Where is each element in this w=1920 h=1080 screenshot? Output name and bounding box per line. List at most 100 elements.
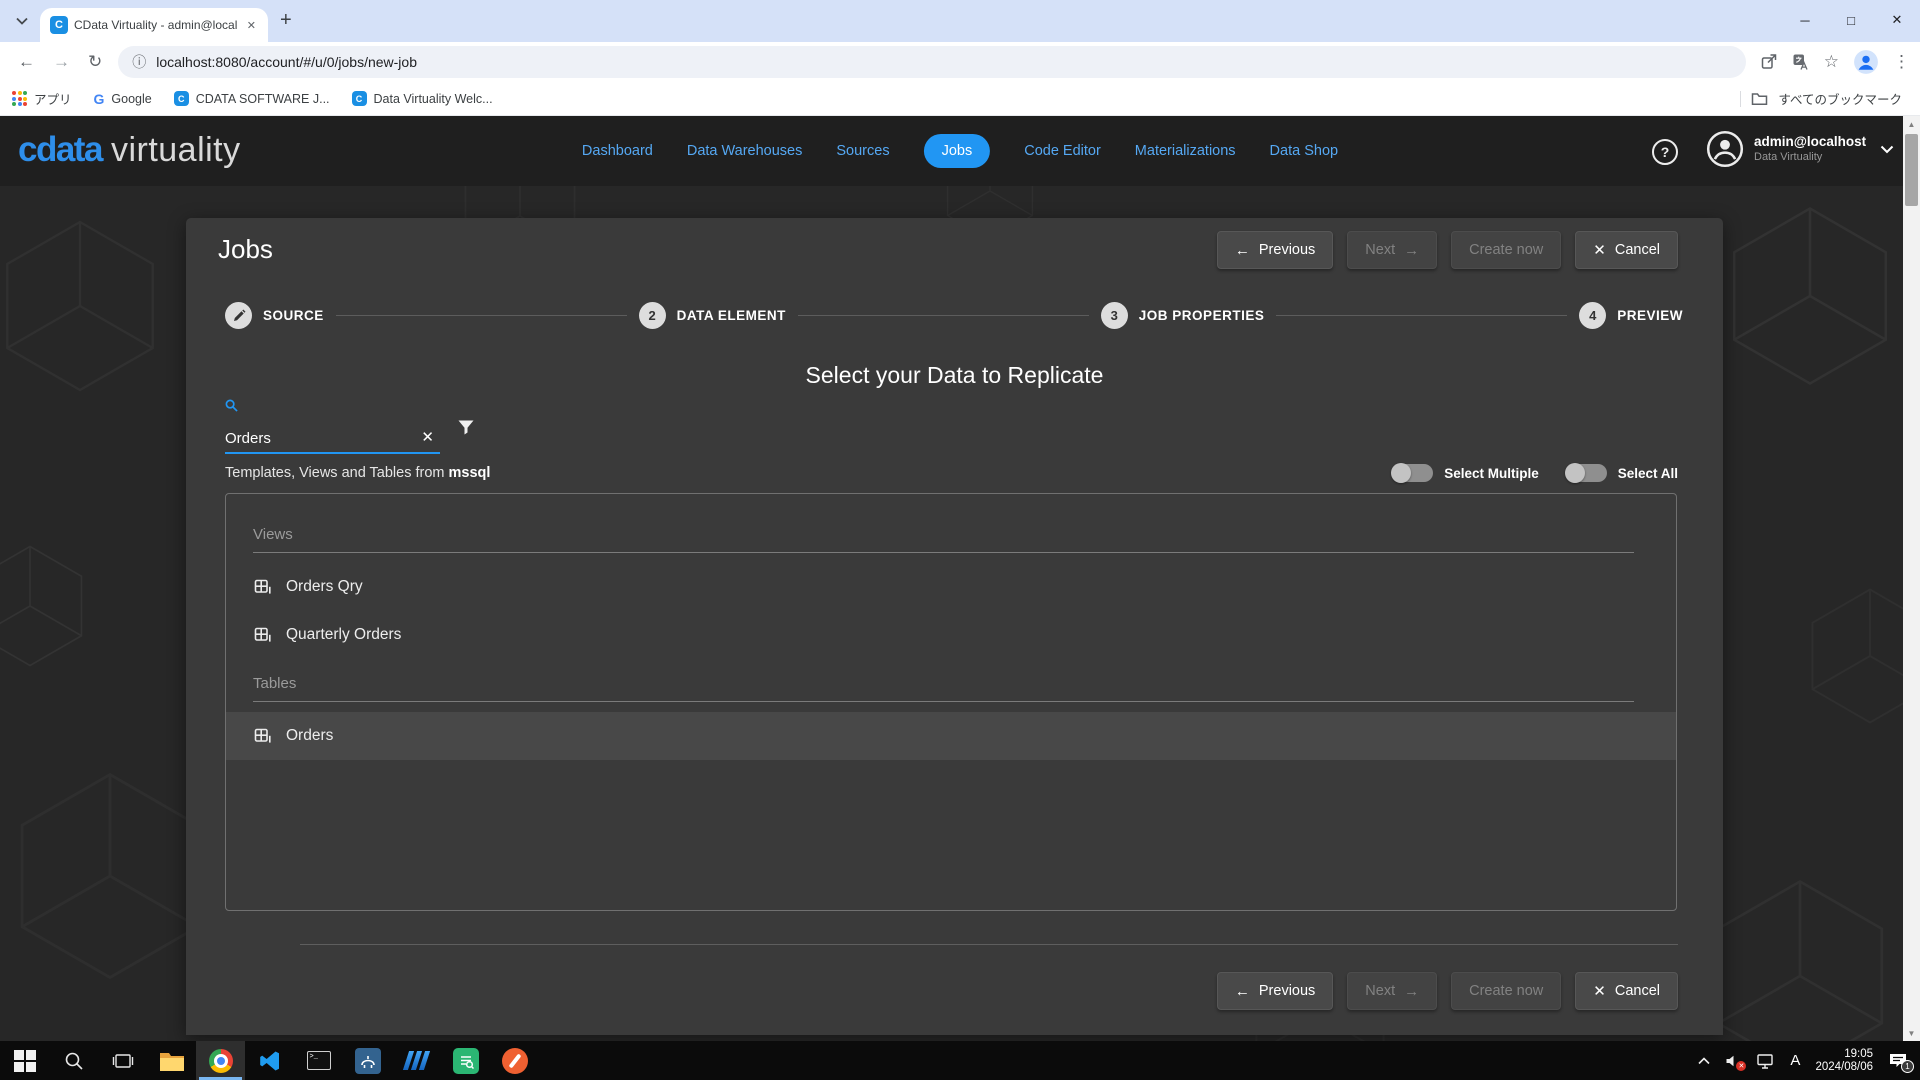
scroll-down-icon[interactable]: ▼	[1903, 1025, 1920, 1041]
bookmarks-bar: アプリ G Google C CDATA SOFTWARE J... C Dat…	[0, 82, 1920, 116]
separator	[1740, 91, 1741, 107]
select-multiple-toggle[interactable]	[1393, 464, 1433, 482]
browser-tab[interactable]: C CData Virtuality - admin@locall ✕	[40, 8, 268, 42]
bookmark-apps[interactable]: アプリ	[12, 89, 72, 108]
user-menu[interactable]: admin@localhost Data Virtuality	[1706, 130, 1894, 168]
source-name: mssql	[449, 465, 491, 481]
nav-data-warehouses[interactable]: Data Warehouses	[687, 143, 803, 159]
back-button[interactable]: ←	[18, 52, 35, 72]
next-button-top[interactable]: Next →	[1347, 231, 1437, 269]
nav-data-shop[interactable]: Data Shop	[1270, 143, 1339, 159]
filter-button[interactable]	[456, 417, 476, 442]
reload-button[interactable]: ↻	[88, 52, 102, 72]
log-viewer-button[interactable]	[441, 1041, 490, 1080]
url-text[interactable]: localhost:8080/account/#/u/0/jobs/new-jo…	[156, 54, 417, 70]
list-item-quarterly-orders[interactable]: Quarterly Orders	[226, 611, 1676, 659]
step-connector	[798, 315, 1089, 316]
taskbar-clock[interactable]: 19:05 2024/08/06	[1815, 1048, 1873, 1074]
nav-jobs[interactable]: Jobs	[924, 134, 991, 168]
bookmark-star-button[interactable]: ☆	[1824, 52, 1839, 72]
start-button[interactable]	[0, 1041, 49, 1080]
select-all-toggle-group[interactable]: Select All	[1567, 464, 1678, 482]
task-view-button[interactable]	[98, 1041, 147, 1080]
step-job-properties-label: JOB PROPERTIES	[1139, 308, 1265, 323]
folder-icon	[159, 1050, 185, 1072]
share-button[interactable]	[1760, 53, 1778, 71]
taskbar-search-button[interactable]	[49, 1041, 98, 1080]
file-explorer-button[interactable]	[147, 1041, 196, 1080]
previous-button-bottom[interactable]: ← Previous	[1217, 972, 1333, 1010]
app-logo[interactable]: cdata virtuality	[18, 130, 241, 170]
scroll-up-icon[interactable]: ▲	[1903, 116, 1920, 132]
search-input[interactable]: Orders	[225, 430, 271, 447]
tab-close-icon[interactable]: ✕	[243, 17, 260, 34]
select-all-label: Select All	[1618, 466, 1678, 481]
user-org: Data Virtuality	[1754, 151, 1866, 165]
nav-dashboard[interactable]: Dashboard	[582, 143, 653, 159]
cdata-favicon-icon: C	[352, 91, 367, 106]
bookmark-cdata-software[interactable]: C CDATA SOFTWARE J...	[174, 91, 330, 106]
toggle-knob	[1391, 463, 1411, 483]
window-close-button[interactable]: ✕	[1874, 0, 1920, 40]
network-button[interactable]	[1756, 1053, 1775, 1069]
window-controls: ─ □ ✕	[1782, 0, 1920, 40]
cancel-button-bottom[interactable]: ✕ Cancel	[1575, 972, 1678, 1010]
create-now-button-top[interactable]: Create now	[1451, 231, 1561, 269]
new-tab-button[interactable]: +	[280, 9, 292, 32]
window-maximize-button[interactable]: □	[1828, 0, 1874, 40]
profile-avatar[interactable]	[1853, 49, 1879, 75]
command-prompt-button[interactable]: >_	[294, 1041, 343, 1080]
list-item-orders-qry[interactable]: Orders Qry	[226, 563, 1676, 611]
nav-materializations[interactable]: Materializations	[1135, 143, 1236, 159]
bottom-action-buttons: ← Previous Next → Create now ✕ Cancel	[1217, 972, 1678, 1010]
folder-icon	[1751, 91, 1768, 106]
all-bookmarks-button[interactable]: すべてのブックマーク	[1740, 89, 1920, 108]
browser-menu-button[interactable]: ⋮	[1893, 52, 1910, 72]
list-item-orders[interactable]: Orders	[226, 712, 1676, 760]
cancel-button-top[interactable]: ✕ Cancel	[1575, 231, 1678, 269]
address-bar[interactable]: ⓘ localhost:8080/account/#/u/0/jobs/new-…	[118, 46, 1746, 78]
scrollbar-thumb[interactable]	[1905, 134, 1918, 206]
nav-code-editor[interactable]: Code Editor	[1024, 143, 1101, 159]
window-minimize-button[interactable]: ─	[1782, 0, 1828, 40]
next-button-bottom[interactable]: Next →	[1347, 972, 1437, 1010]
bookmark-data-virtuality[interactable]: C Data Virtuality Welc...	[352, 91, 493, 106]
help-button[interactable]: ?	[1652, 139, 1678, 165]
select-multiple-toggle-group[interactable]: Select Multiple	[1393, 464, 1539, 482]
table-icon	[254, 727, 272, 745]
wizard-steps: SOURCE 2 DATA ELEMENT 3 JOB PROPERTIES 4…	[225, 302, 1683, 329]
nav-sources[interactable]: Sources	[836, 143, 889, 159]
logo-virtuality: virtuality	[111, 131, 241, 170]
select-all-toggle[interactable]	[1567, 464, 1607, 482]
previous-button-top[interactable]: ← Previous	[1217, 231, 1333, 269]
notification-center-button[interactable]: 1	[1888, 1052, 1908, 1069]
list-source-caption: Templates, Views and Tables from mssql	[225, 465, 490, 481]
translate-button[interactable]	[1792, 53, 1810, 71]
pgadmin-button[interactable]	[343, 1041, 392, 1080]
cdata-favicon-icon: C	[50, 16, 68, 34]
search-field[interactable]: Orders ✕	[225, 399, 440, 454]
volume-button[interactable]: ✕	[1725, 1054, 1741, 1068]
chevron-down-icon	[16, 17, 28, 25]
screen: C CData Virtuality - admin@locall ✕ + ─ …	[0, 0, 1920, 1080]
clear-search-icon[interactable]: ✕	[421, 428, 434, 446]
forward-button[interactable]: →	[53, 52, 70, 72]
google-g-icon: G	[94, 91, 105, 107]
section-header-tables: Tables	[253, 675, 1634, 702]
bookmark-google[interactable]: G Google	[94, 91, 152, 107]
chrome-button[interactable]	[196, 1041, 245, 1080]
layers-app-button[interactable]	[392, 1041, 441, 1080]
tab-search-button[interactable]	[8, 7, 36, 35]
create-now-button-bottom[interactable]: Create now	[1451, 972, 1561, 1010]
tab-title: CData Virtuality - admin@locall	[74, 18, 237, 32]
page-scrollbar[interactable]: ▲ ▼	[1903, 116, 1920, 1041]
windows-taskbar: >_ ✕ A	[0, 1041, 1920, 1080]
site-info-icon[interactable]: ⓘ	[132, 52, 146, 72]
ime-indicator[interactable]: A	[1790, 1052, 1800, 1069]
pencil-icon	[232, 309, 246, 323]
orange-app-button[interactable]	[490, 1041, 539, 1080]
vscode-button[interactable]	[245, 1041, 294, 1080]
tray-expand-button[interactable]	[1698, 1057, 1710, 1065]
section-header-views: Views	[253, 526, 1634, 553]
browser-tab-strip: C CData Virtuality - admin@locall ✕ + ─ …	[0, 0, 1920, 42]
